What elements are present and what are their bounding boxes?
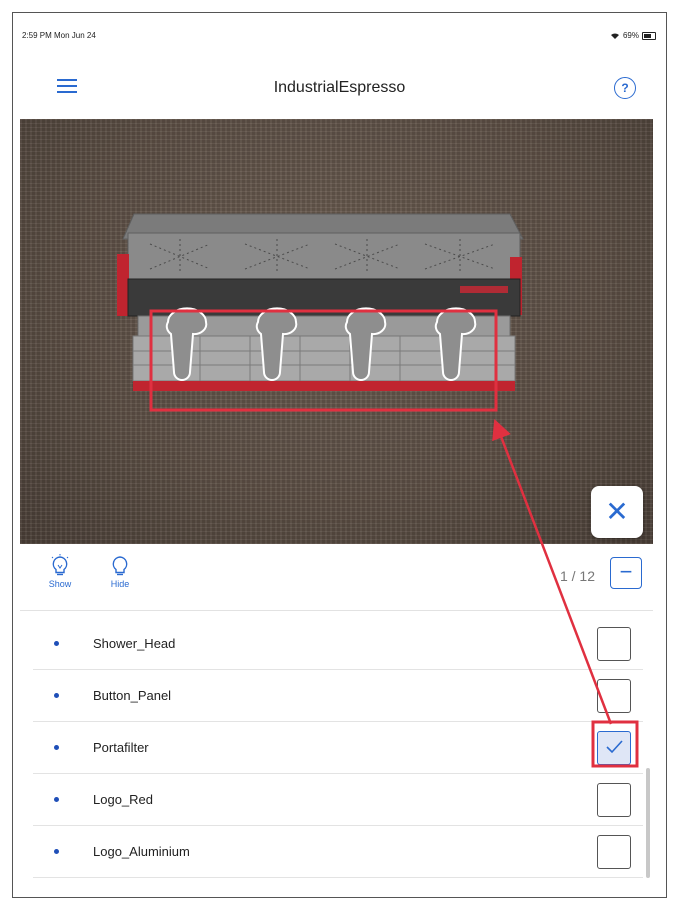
wifi-icon [610, 32, 619, 39]
bullet-icon [54, 797, 59, 802]
lightbulb-off-icon [112, 556, 128, 576]
collapse-button[interactable]: − [610, 557, 642, 589]
espresso-machine-model [117, 213, 524, 391]
counter-total: / 12 [571, 568, 595, 584]
show-button-label: Show [48, 579, 72, 589]
battery-percentage: 69% [622, 31, 639, 40]
part-checkbox[interactable] [597, 835, 631, 869]
navigation-bar: IndustrialEspresso ? [13, 53, 666, 119]
lightbulb-on-icon [51, 554, 69, 576]
bullet-icon [54, 745, 59, 750]
bullet-icon [54, 693, 59, 698]
show-button[interactable]: Show [40, 554, 80, 589]
hide-button-label: Hide [110, 579, 130, 589]
list-item-label: Shower_Head [93, 636, 176, 651]
list-item-logo-aluminium[interactable]: Logo_Aluminium [33, 826, 643, 878]
app-title: IndustrialEspresso [273, 79, 406, 96]
part-checkbox[interactable] [597, 783, 631, 817]
counter-current: 1 [559, 568, 568, 584]
list-scrollbar[interactable] [646, 768, 650, 878]
list-item-label: Logo_Aluminium [93, 844, 190, 859]
list-item-logo-red[interactable]: Logo_Red [33, 774, 643, 826]
list-item-shower-head[interactable]: Shower_Head [33, 618, 643, 670]
list-item-label: Button_Panel [93, 688, 172, 703]
list-item-portafilter[interactable]: Portafilter [33, 722, 643, 774]
parts-list: Shower_Head Button_Panel Portafilter Log… [33, 618, 643, 878]
part-checkbox-checked[interactable] [597, 731, 631, 765]
status-bar: 2:59 PM Mon Jun 24 69% [13, 13, 666, 53]
list-item-button-panel[interactable]: Button_Panel [33, 670, 643, 722]
visibility-toolbar: Show Hide 1 / 12 − [20, 544, 653, 611]
list-item-label: Portafilter [93, 740, 149, 755]
hide-button[interactable]: Hide [100, 554, 140, 589]
app-frame: 2:59 PM Mon Jun 24 69% IndustrialEspress… [12, 12, 667, 898]
part-checkbox[interactable] [597, 679, 631, 713]
bullet-icon [54, 849, 59, 854]
status-indicators: 69% [610, 31, 656, 40]
close-viewer-button[interactable]: ✕ [591, 486, 643, 538]
battery-icon [642, 31, 656, 40]
ar-viewport[interactable] [20, 119, 653, 544]
status-time: 2:59 PM Mon Jun 24 [22, 31, 96, 40]
bullet-icon [54, 641, 59, 646]
part-checkbox[interactable] [597, 627, 631, 661]
checkmark-icon [606, 740, 623, 754]
help-icon[interactable]: ? [614, 77, 636, 99]
part-counter: 1 / 12 [560, 568, 595, 584]
list-item-label: Logo_Red [93, 792, 153, 807]
